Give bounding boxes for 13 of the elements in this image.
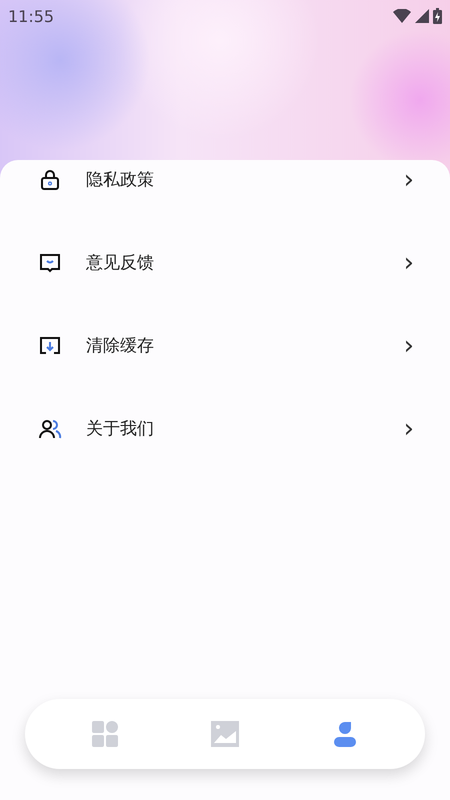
menu-item[interactable]: 意见反馈 bbox=[86, 251, 404, 274]
chevron-icon[interactable]: › bbox=[404, 250, 414, 276]
menu-item[interactable]: 关于我们 bbox=[86, 417, 404, 440]
menu-item[interactable]: 清除缓存 bbox=[86, 334, 404, 357]
lock-icon bbox=[38, 168, 62, 192]
chevron-icon[interactable]: › bbox=[404, 332, 414, 358]
status-time: 11:55 bbox=[8, 6, 54, 26]
chevron-icon[interactable]: › bbox=[404, 416, 414, 442]
signal-icon bbox=[415, 9, 429, 23]
battery-icon bbox=[433, 8, 442, 24]
wifi-icon bbox=[393, 9, 411, 23]
chevron-icon[interactable]: › bbox=[404, 166, 414, 192]
menu-item[interactable]: 隐私政策 bbox=[86, 168, 404, 191]
